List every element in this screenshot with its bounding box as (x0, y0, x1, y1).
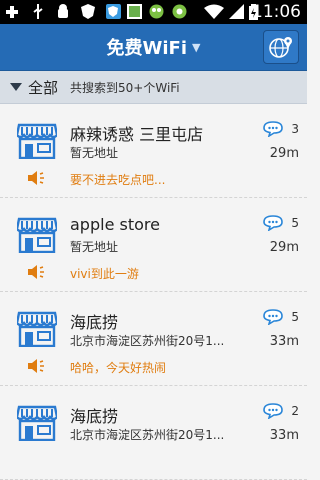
wifi-name: 麻辣诱惑 三里屯店 (70, 125, 204, 144)
wifi-address: 暂无地址 (70, 240, 119, 254)
wifi-address: 暂无地址 (70, 146, 119, 160)
wifi-message: 要不进去吃点吧... (70, 173, 166, 187)
plus-icon (5, 3, 19, 20)
page-title: 免费WiFi (106, 38, 188, 59)
list-item[interactable]: 海底捞 北京市海淀区苏州街20号1... 哈哈，今天好热闹 5 33m (0, 292, 307, 386)
comment-count: 5 (291, 310, 299, 324)
wifi-icon (203, 3, 225, 20)
comment-icon (263, 403, 283, 419)
title-dropdown[interactable]: 免费WiFi ▼ (0, 24, 307, 70)
signal-icon (228, 3, 244, 20)
speaker-icon (28, 171, 44, 185)
distance: 33m (269, 428, 299, 443)
list-item[interactable]: apple store 暂无地址 vivi到此一游 5 29m (0, 198, 307, 292)
speaker-icon (28, 265, 44, 279)
android-icon (56, 3, 70, 20)
shop-icon (17, 405, 57, 441)
wifi-list: 麻辣诱惑 三里屯店 暂无地址 要不进去吃点吧... 3 29m apple st… (0, 104, 307, 480)
status-time: 11:06 (252, 2, 301, 22)
triangle-down-icon (10, 83, 22, 91)
comment-count: 3 (291, 122, 299, 136)
distance: 29m (269, 240, 299, 255)
wifi-message: 哈哈，今天好热闹 (70, 361, 167, 375)
list-item[interactable]: 麻辣诱惑 三里屯店 暂无地址 要不进去吃点吧... 3 29m (0, 104, 307, 198)
comment-icon (263, 121, 283, 137)
comment-count: 2 (291, 404, 299, 418)
app-header: 免费WiFi ▼ (0, 24, 307, 71)
chat-app-icon (171, 3, 187, 20)
distance: 33m (269, 334, 299, 349)
wifi-address: 北京市海淀区苏州街20号1... (70, 428, 225, 442)
shield-icon (80, 3, 96, 20)
wifi-message: vivi到此一游 (70, 267, 139, 281)
shop-icon (17, 217, 57, 253)
filter-bar[interactable]: 全部 共搜索到50+个WiFi (0, 71, 307, 104)
scope-filter[interactable]: 全部 (28, 77, 58, 98)
speaker-icon (28, 359, 44, 373)
result-count: 共搜索到50+个WiFi (70, 80, 180, 95)
wifi-name: 海底捞 (70, 407, 119, 426)
globe-location-button[interactable] (263, 30, 299, 64)
wifi-name: apple store (70, 215, 160, 234)
usb-icon (31, 3, 45, 20)
wifi-name: 海底捞 (70, 313, 119, 332)
distance: 29m (269, 146, 299, 161)
comment-icon (263, 309, 283, 325)
shop-icon (17, 123, 57, 159)
list-item[interactable]: 海底捞 北京市海淀区苏州街20号1... 2 33m (0, 386, 307, 480)
chevron-down-icon: ▼ (192, 40, 201, 54)
wifi-address: 北京市海淀区苏州街20号1... (70, 334, 225, 348)
comment-count: 5 (291, 216, 299, 230)
app-shield-icon (105, 3, 121, 20)
image-icon (126, 3, 142, 20)
shop-icon (17, 311, 57, 347)
globe-icon (269, 37, 292, 58)
app-icon (148, 3, 164, 20)
status-bar: 11:06 (0, 0, 307, 24)
comment-icon (263, 215, 283, 231)
